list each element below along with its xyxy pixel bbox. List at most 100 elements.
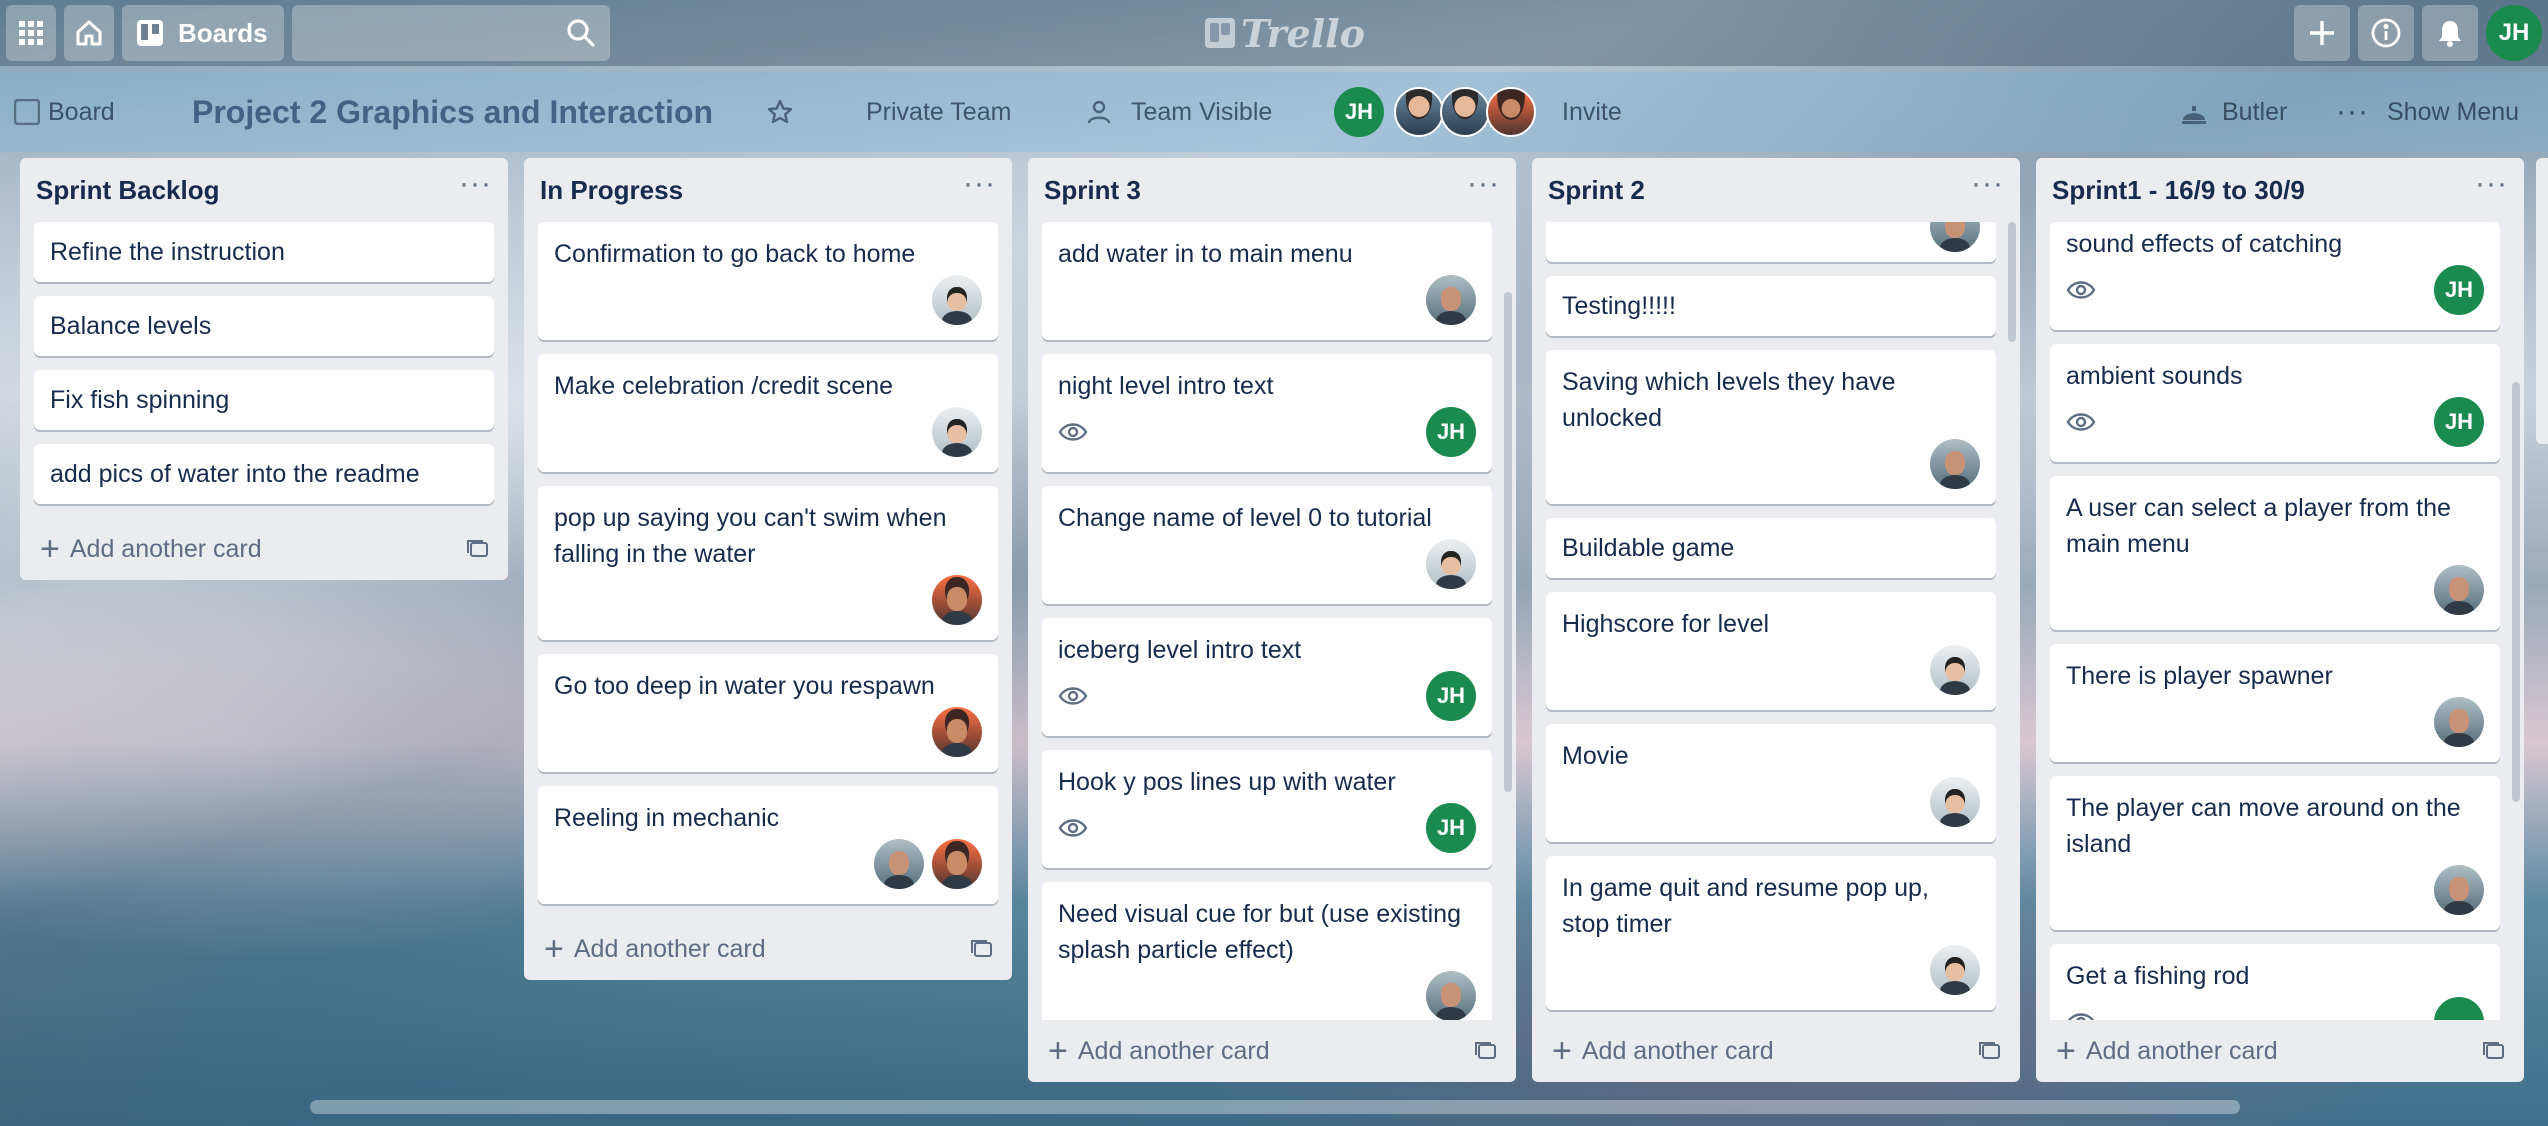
card[interactable]: Change name of level 0 to tutorial	[1042, 486, 1492, 604]
template-icon[interactable]	[466, 537, 490, 561]
card[interactable]: Reeling in mechanic	[538, 786, 998, 904]
add-card-button[interactable]: + Add another card	[544, 932, 766, 966]
member-avatar[interactable]	[1930, 439, 1980, 489]
list-scrollbar[interactable]	[2008, 222, 2016, 342]
card[interactable]: In game quit and resume pop up, stop tim…	[1546, 856, 1996, 1010]
member-avatar[interactable]	[1930, 945, 1980, 995]
butler-button[interactable]: Butler	[2180, 72, 2287, 152]
card[interactable]: Make celebration /credit scene	[538, 354, 998, 472]
list-title[interactable]: In Progress	[540, 175, 683, 206]
member-avatar[interactable]	[1930, 645, 1980, 695]
team-button[interactable]: Private Team	[826, 72, 1011, 152]
card[interactable]: Go too deep in water you respawn	[538, 654, 998, 772]
trello-logo[interactable]: Trello	[1205, 10, 1365, 56]
template-icon[interactable]	[1474, 1039, 1498, 1063]
list-title[interactable]: Sprint 2	[1548, 175, 1645, 206]
member-avatar[interactable]	[1440, 87, 1490, 137]
card-list[interactable]: Testing!!!!! Saving which levels they ha…	[1532, 222, 2020, 1020]
card[interactable]: Confirmation to go back to home	[538, 222, 998, 340]
list-menu-icon[interactable]: ···	[2475, 169, 2508, 211]
member-avatar[interactable]	[932, 407, 982, 457]
card[interactable]: ambient sounds JH	[2050, 344, 2500, 462]
list-scrollbar[interactable]	[2512, 382, 2520, 802]
card[interactable]	[1546, 222, 1996, 262]
member-avatar[interactable]	[1930, 222, 1980, 252]
member-avatar[interactable]	[2434, 697, 2484, 747]
member-avatar[interactable]	[1486, 87, 1536, 137]
card[interactable]: sound effects of catching JH	[2050, 222, 2500, 330]
member-avatar-jh[interactable]: JH	[2434, 265, 2484, 315]
card[interactable]: night level intro text JH	[1042, 354, 1492, 472]
card[interactable]: A user can select a player from the main…	[2050, 476, 2500, 630]
card[interactable]: Need visual cue for but (use existing sp…	[1042, 882, 1492, 1020]
info-button[interactable]	[2358, 5, 2414, 61]
member-avatar[interactable]	[1426, 275, 1476, 325]
invite-button[interactable]: Invite	[1562, 72, 1622, 152]
card[interactable]: iceberg level intro text JH	[1042, 618, 1492, 736]
card[interactable]: Saving which levels they have unlocked	[1546, 350, 1996, 504]
list-scrollbar[interactable]	[1504, 292, 1512, 792]
template-icon[interactable]	[1978, 1039, 2002, 1063]
add-card-button[interactable]: + Add another card	[1048, 1034, 1270, 1068]
board-switcher-button[interactable]: Board	[14, 72, 115, 152]
list-title[interactable]: Sprint Backlog	[36, 175, 219, 206]
list-menu-icon[interactable]: ···	[1971, 169, 2004, 211]
card[interactable]: Testing!!!!!	[1546, 276, 1996, 336]
member-avatar[interactable]	[932, 575, 982, 625]
list-menu-icon[interactable]: ···	[459, 169, 492, 211]
member-avatar[interactable]	[1426, 539, 1476, 589]
card[interactable]: Hook y pos lines up with water JH	[1042, 750, 1492, 868]
card[interactable]: The player can move around on the island	[2050, 776, 2500, 930]
boards-button[interactable]: Boards	[122, 5, 284, 61]
add-card-button[interactable]: + Add another card	[40, 532, 262, 566]
member-avatar-jh[interactable]: JH	[2434, 397, 2484, 447]
card-list[interactable]: add water in to main menu night level in…	[1028, 222, 1516, 1020]
template-icon[interactable]	[970, 937, 994, 961]
card[interactable]: Buildable game	[1546, 518, 1996, 578]
star-button[interactable]	[766, 72, 794, 152]
list-menu-icon[interactable]: ···	[1467, 169, 1500, 211]
member-avatar-jh[interactable]: JH	[1426, 407, 1476, 457]
search-input[interactable]	[291, 5, 610, 61]
member-avatar[interactable]	[1930, 777, 1980, 827]
member-avatar-jh[interactable]: JH	[1426, 803, 1476, 853]
user-avatar[interactable]: JH	[2486, 5, 2542, 61]
card[interactable]: Get a fishing rod	[2050, 944, 2500, 1020]
card[interactable]: Refine the instruction	[34, 222, 494, 282]
card[interactable]: Balance levels	[34, 296, 494, 356]
home-button[interactable]	[64, 5, 114, 61]
member-avatar[interactable]	[1426, 971, 1476, 1020]
create-button[interactable]	[2294, 5, 2350, 61]
card[interactable]: Movie	[1546, 724, 1996, 842]
card[interactable]: pop up saying you can't swim when fallin…	[538, 486, 998, 640]
member-avatar-jh[interactable]: JH	[1426, 671, 1476, 721]
card[interactable]: add water in to main menu	[1042, 222, 1492, 340]
board-horizontal-scrollbar[interactable]	[310, 1100, 2240, 1114]
list-title[interactable]: Sprint1 - 16/9 to 30/9	[2052, 175, 2305, 206]
member-avatar[interactable]	[874, 839, 924, 889]
member-avatar[interactable]	[932, 707, 982, 757]
card[interactable]: There is player spawner	[2050, 644, 2500, 762]
card[interactable]: add pics of water into the readme	[34, 444, 494, 504]
card[interactable]: Highscore for level	[1546, 592, 1996, 710]
member-avatar-jh[interactable]	[2434, 997, 2484, 1020]
member-avatar[interactable]	[2434, 865, 2484, 915]
add-card-button[interactable]: + Add another card	[2056, 1034, 2278, 1068]
member-avatar-jh[interactable]: JH	[1334, 87, 1384, 137]
member-avatar[interactable]	[932, 275, 982, 325]
card[interactable]: Fix fish spinning	[34, 370, 494, 430]
member-avatar[interactable]	[2434, 565, 2484, 615]
add-card-button[interactable]: + Add another card	[1552, 1034, 1774, 1068]
list-title[interactable]: Sprint 3	[1044, 175, 1141, 206]
template-icon[interactable]	[2482, 1039, 2506, 1063]
card-list[interactable]: sound effects of catching JH ambient sou…	[2036, 222, 2524, 1020]
show-menu-button[interactable]: ··· Show Menu	[2336, 72, 2519, 152]
board-members[interactable]: JH	[1334, 72, 1536, 152]
notifications-button[interactable]	[2422, 5, 2478, 61]
visibility-button[interactable]: Team Visible	[1085, 72, 1272, 152]
member-avatar[interactable]	[932, 839, 982, 889]
board-title[interactable]: Project 2 Graphics and Interaction	[192, 72, 713, 152]
list-menu-icon[interactable]: ···	[963, 169, 996, 211]
apps-grid-button[interactable]	[6, 5, 56, 61]
member-avatar[interactable]	[1394, 87, 1444, 137]
